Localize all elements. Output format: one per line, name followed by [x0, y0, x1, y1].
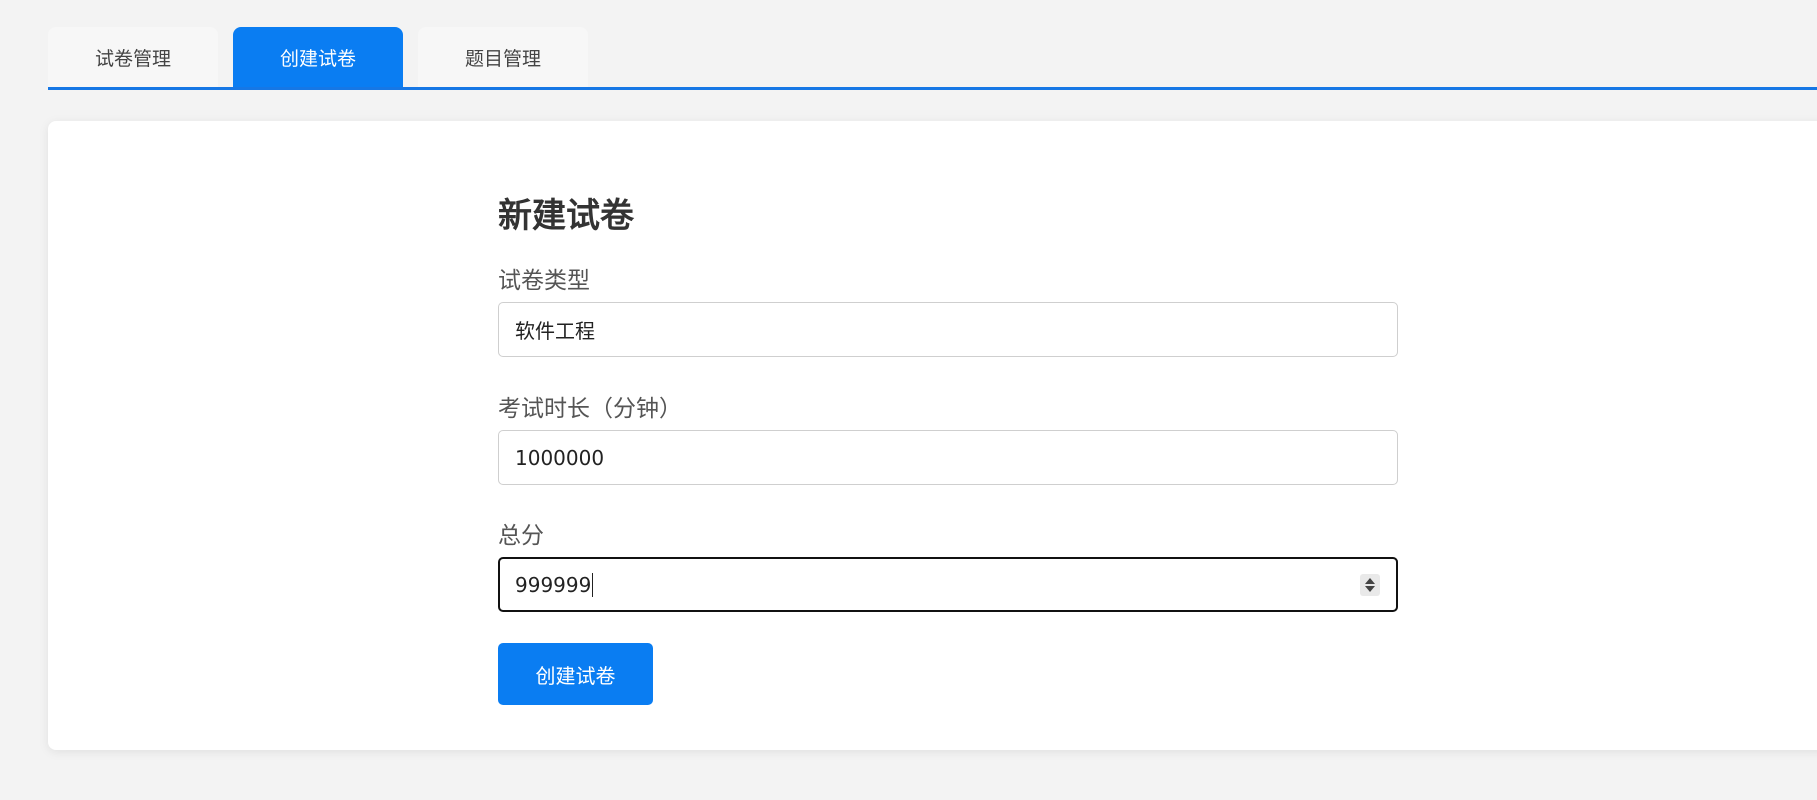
exam-duration-input[interactable]: 1000000: [498, 430, 1398, 485]
tab-exam-management[interactable]: 试卷管理: [48, 27, 218, 87]
exam-duration-label: 考试时长（分钟）: [498, 396, 682, 422]
tab-label: 题目管理: [464, 47, 541, 70]
total-score-label: 总分: [498, 523, 544, 549]
create-exam-button-label: 创建试卷: [535, 663, 616, 688]
tab-question-management[interactable]: 题目管理: [418, 27, 588, 87]
total-score-value: 999999: [515, 572, 592, 597]
total-score-input[interactable]: 999999: [498, 557, 1398, 612]
tab-label: 试卷管理: [94, 47, 171, 70]
form-title: 新建试卷: [498, 196, 634, 236]
tab-bar: 试卷管理 创建试卷 题目管理: [48, 27, 1817, 90]
exam-duration-value: 1000000: [515, 445, 605, 470]
exam-type-input[interactable]: 软件工程: [498, 302, 1398, 357]
form-card: 新建试卷 试卷类型 软件工程 考试时长（分钟） 1000000 总分 99999…: [48, 121, 1817, 750]
tab-create-exam[interactable]: 创建试卷: [233, 27, 403, 87]
create-exam-form: 新建试卷 试卷类型 软件工程 考试时长（分钟） 1000000 总分 99999…: [498, 193, 1398, 705]
spin-up-icon[interactable]: [1365, 578, 1375, 584]
create-exam-button[interactable]: 创建试卷: [498, 643, 653, 705]
tab-label: 创建试卷: [279, 47, 356, 70]
text-caret: [592, 572, 594, 597]
exam-type-value: 软件工程: [515, 319, 595, 343]
number-spinner-icon[interactable]: [1360, 574, 1380, 596]
spin-down-icon[interactable]: [1365, 586, 1375, 592]
exam-type-label: 试卷类型: [498, 268, 590, 294]
